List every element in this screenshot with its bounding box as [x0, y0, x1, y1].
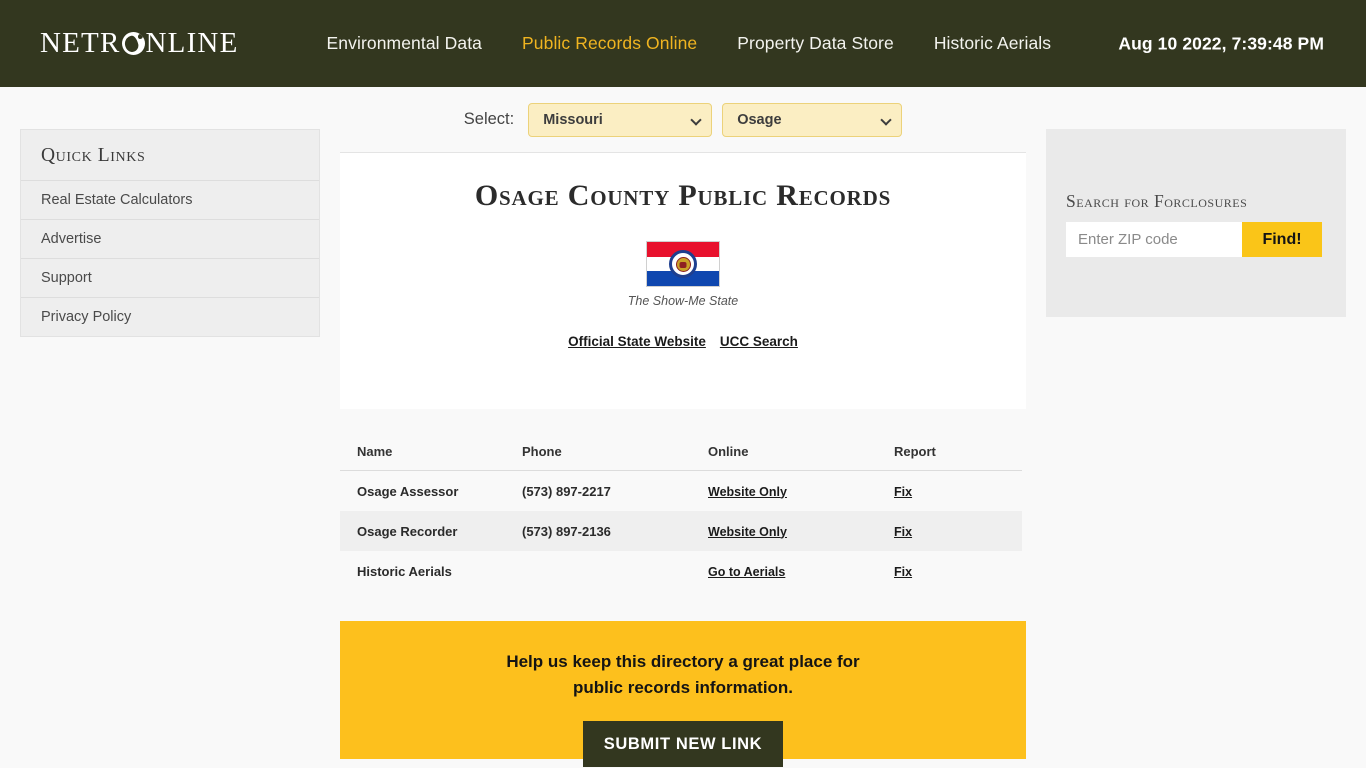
official-state-website-link[interactable]: Official State Website [568, 334, 706, 349]
online-link[interactable]: Go to Aerials [708, 565, 785, 579]
cta-text: Help us keep this directory a great plac… [473, 649, 893, 701]
column-header-phone: Phone [522, 444, 562, 459]
missouri-flag-icon [646, 241, 720, 287]
foreclosure-search-form: Find! [1066, 222, 1346, 257]
page-title: Osage County Public Records [474, 179, 892, 212]
globe-icon [121, 32, 145, 55]
fix-link[interactable]: Fix [894, 525, 912, 539]
table-header-row: Name Phone Online Report [340, 433, 1022, 471]
online-link[interactable]: Website Only [708, 485, 787, 499]
nav-item-property-data-store[interactable]: Property Data Store [717, 33, 914, 54]
foreclosure-search-title: Search for Forclosures [1066, 191, 1248, 211]
quick-links-panel: Quick Links Real Estate Calculators Adve… [20, 129, 320, 337]
state-seal-center [675, 256, 691, 272]
cell-name: Historic Aerials [357, 563, 452, 579]
table-row: Osage Assessor (573) 897-2217 Website On… [340, 471, 1022, 511]
public-records-table: Name Phone Online Report Osage Assessor … [340, 433, 1022, 591]
cell-phone: (573) 897-2136 [522, 523, 611, 539]
cell-name: Osage Assessor [357, 483, 459, 499]
submit-new-link-button[interactable]: SUBMIT NEW LINK [583, 721, 783, 767]
main-navigation: Environmental Data Public Records Online… [307, 33, 1072, 54]
select-label: Select: [463, 110, 515, 128]
table-row: Osage Recorder (573) 897-2136 Website On… [340, 511, 1022, 551]
column-header-online: Online [708, 444, 749, 459]
location-select-bar: Select: Missouri Osage [340, 87, 1026, 153]
cell-report: Fix [894, 484, 994, 499]
foreclosure-search-panel: Search for Forclosures Find! [1046, 129, 1346, 317]
cell-name: Osage Recorder [357, 523, 458, 539]
sidebar-item-advertise[interactable]: Advertise [21, 219, 319, 258]
nav-item-public-records-online[interactable]: Public Records Online [502, 33, 717, 54]
state-motto: The Show-Me State [627, 294, 739, 308]
cell-online: Website Only [708, 484, 894, 499]
nav-item-environmental-data[interactable]: Environmental Data [307, 33, 503, 54]
state-flag-wrap: The Show-Me State [340, 241, 1026, 308]
cell-phone: (573) 897-2217 [522, 483, 611, 499]
sidebar-item-real-estate-calculators[interactable]: Real Estate Calculators [21, 180, 319, 219]
zip-code-input[interactable] [1066, 222, 1242, 257]
county-select[interactable]: Osage [722, 102, 903, 137]
sidebar-item-privacy-policy[interactable]: Privacy Policy [21, 297, 319, 336]
site-header: NETR NLINE Environmental Data Public Rec… [0, 0, 1366, 87]
table-row: Historic Aerials Go to Aerials Fix [340, 551, 1022, 591]
logo-text-part1: NETR [40, 27, 121, 59]
cell-report: Fix [894, 564, 994, 579]
column-header-name: Name [357, 444, 393, 459]
quick-links-title: Quick Links [41, 145, 146, 166]
page-body: Quick Links Real Estate Calculators Adve… [0, 87, 1366, 768]
nav-item-historic-aerials[interactable]: Historic Aerials [914, 33, 1071, 54]
state-select[interactable]: Missouri [528, 102, 713, 137]
main-content: Select: Missouri Osage Osage County Publ… [340, 87, 1026, 767]
logo-text-part2: NLINE [145, 27, 239, 59]
chevron-down-icon [880, 113, 892, 126]
fix-link[interactable]: Fix [894, 485, 912, 499]
county-select-value: Osage [737, 111, 782, 128]
submit-link-banner: Help us keep this directory a great plac… [340, 621, 1026, 767]
cell-online: Go to Aerials [708, 564, 894, 579]
fix-link[interactable]: Fix [894, 565, 912, 579]
site-logo[interactable]: NETR NLINE [40, 24, 239, 64]
state-select-value: Missouri [543, 111, 603, 128]
ucc-search-link[interactable]: UCC Search [720, 334, 798, 349]
find-button[interactable]: Find! [1242, 222, 1322, 257]
state-seal-icon [669, 250, 697, 278]
header-clock: Aug 10 2022, 7:39:48 PM [1118, 33, 1324, 53]
state-links: Official State Website UCC Search [340, 334, 1026, 349]
cell-report: Fix [894, 524, 994, 539]
chevron-down-icon [690, 113, 702, 126]
online-link[interactable]: Website Only [708, 525, 787, 539]
sidebar-item-support[interactable]: Support [21, 258, 319, 297]
column-header-report: Report [894, 444, 936, 459]
cta-line-1: Help us keep this directory a great plac… [506, 652, 860, 671]
cell-online: Website Only [708, 524, 894, 539]
county-card: Osage County Public Records The Show-Me … [340, 153, 1026, 409]
cta-line-2: public records information. [572, 678, 794, 697]
